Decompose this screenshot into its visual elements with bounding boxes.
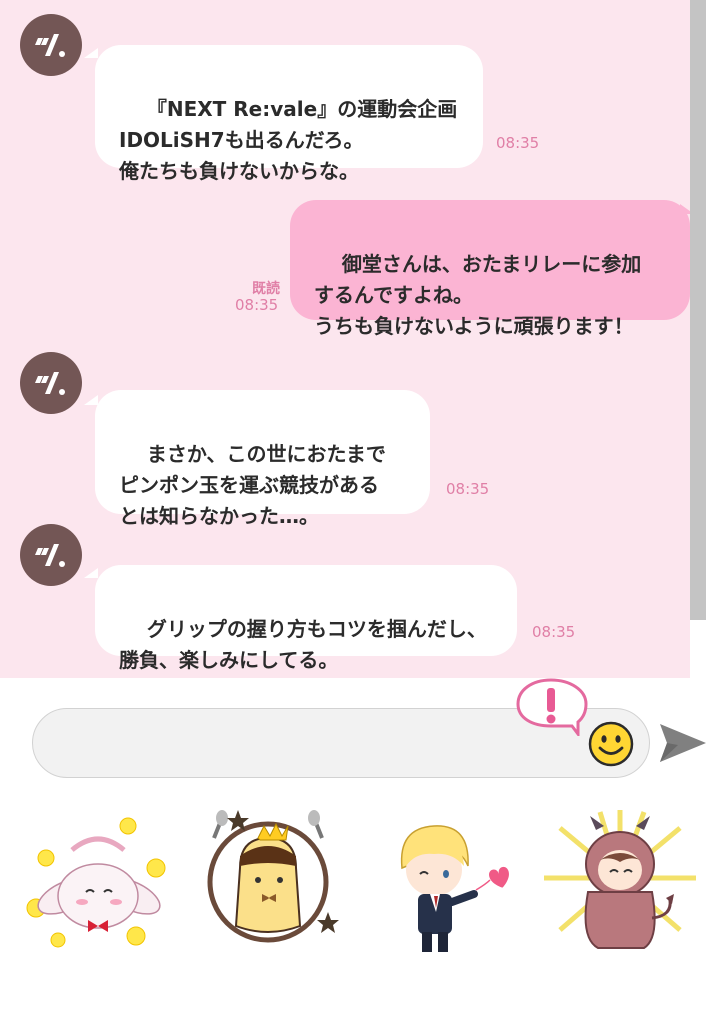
message-bubble-incoming: 『NEXT Re:vale』の運動会企画 IDOLiSH7も出るんだろ。 俺たち…	[95, 45, 483, 183]
contact-avatar[interactable]	[20, 14, 82, 76]
message-bubble-incoming: グリップの握り方もコツを掴んだし、 勝負、楽しみにしてる。	[95, 565, 517, 672]
contact-avatar[interactable]	[20, 524, 82, 586]
costume-character-sticker-icon	[544, 810, 696, 949]
rabbit-sticker-icon	[26, 817, 166, 948]
message-time: 08:35	[446, 480, 490, 498]
message-time: 08:35	[235, 296, 279, 314]
bubble-tail	[84, 568, 98, 578]
sticker-pudding-crown[interactable]	[200, 808, 360, 958]
chat-area[interactable]: 『NEXT Re:vale』の運動会企画 IDOLiSH7も出るんだろ。 俺たち…	[0, 0, 720, 678]
sticker-blonde-character-heart[interactable]	[382, 808, 542, 958]
blonde-character-sticker-icon	[400, 825, 509, 952]
message-text: まさか、この世におたまで ピンポン玉を運ぶ競技がある とは知らなかった…。	[119, 442, 386, 528]
message-text: 御堂さんは、おたまリレーに参加 するんですよね。 うちも負けないように頑張ります…	[314, 252, 642, 338]
scrollbar[interactable]	[690, 0, 706, 620]
chevron-slash-icon	[35, 544, 65, 567]
message-text: 『NEXT Re:vale』の運動会企画 IDOLiSH7も出るんだろ。 俺たち…	[119, 97, 458, 183]
bubble-tail	[84, 48, 98, 58]
message-bubble-incoming: まさか、この世におたまで ピンポン玉を運ぶ競技がある とは知らなかった…。	[95, 390, 430, 528]
sticker-rabbit[interactable]	[16, 808, 176, 958]
chevron-slash-icon	[35, 372, 65, 395]
pudding-sticker-icon	[207, 810, 339, 943]
message-time: 08:35	[532, 623, 576, 641]
exclamation-bubble-icon[interactable]	[514, 676, 588, 736]
chevron-slash-icon	[35, 34, 65, 57]
message-time: 08:35	[496, 134, 540, 152]
send-arrow-icon[interactable]	[656, 718, 708, 768]
smiley-icon[interactable]	[588, 721, 634, 767]
message-text: グリップの握り方もコツを掴んだし、 勝負、楽しみにしてる。	[119, 617, 487, 672]
read-receipt: 既読	[252, 281, 280, 297]
message-bubble-outgoing: 御堂さんは、おたまリレーに参加 するんですよね。 うちも負けないように頑張ります…	[290, 200, 690, 338]
bubble-tail	[84, 395, 98, 405]
contact-avatar[interactable]	[20, 352, 82, 414]
sticker-costume-character[interactable]	[540, 808, 700, 958]
